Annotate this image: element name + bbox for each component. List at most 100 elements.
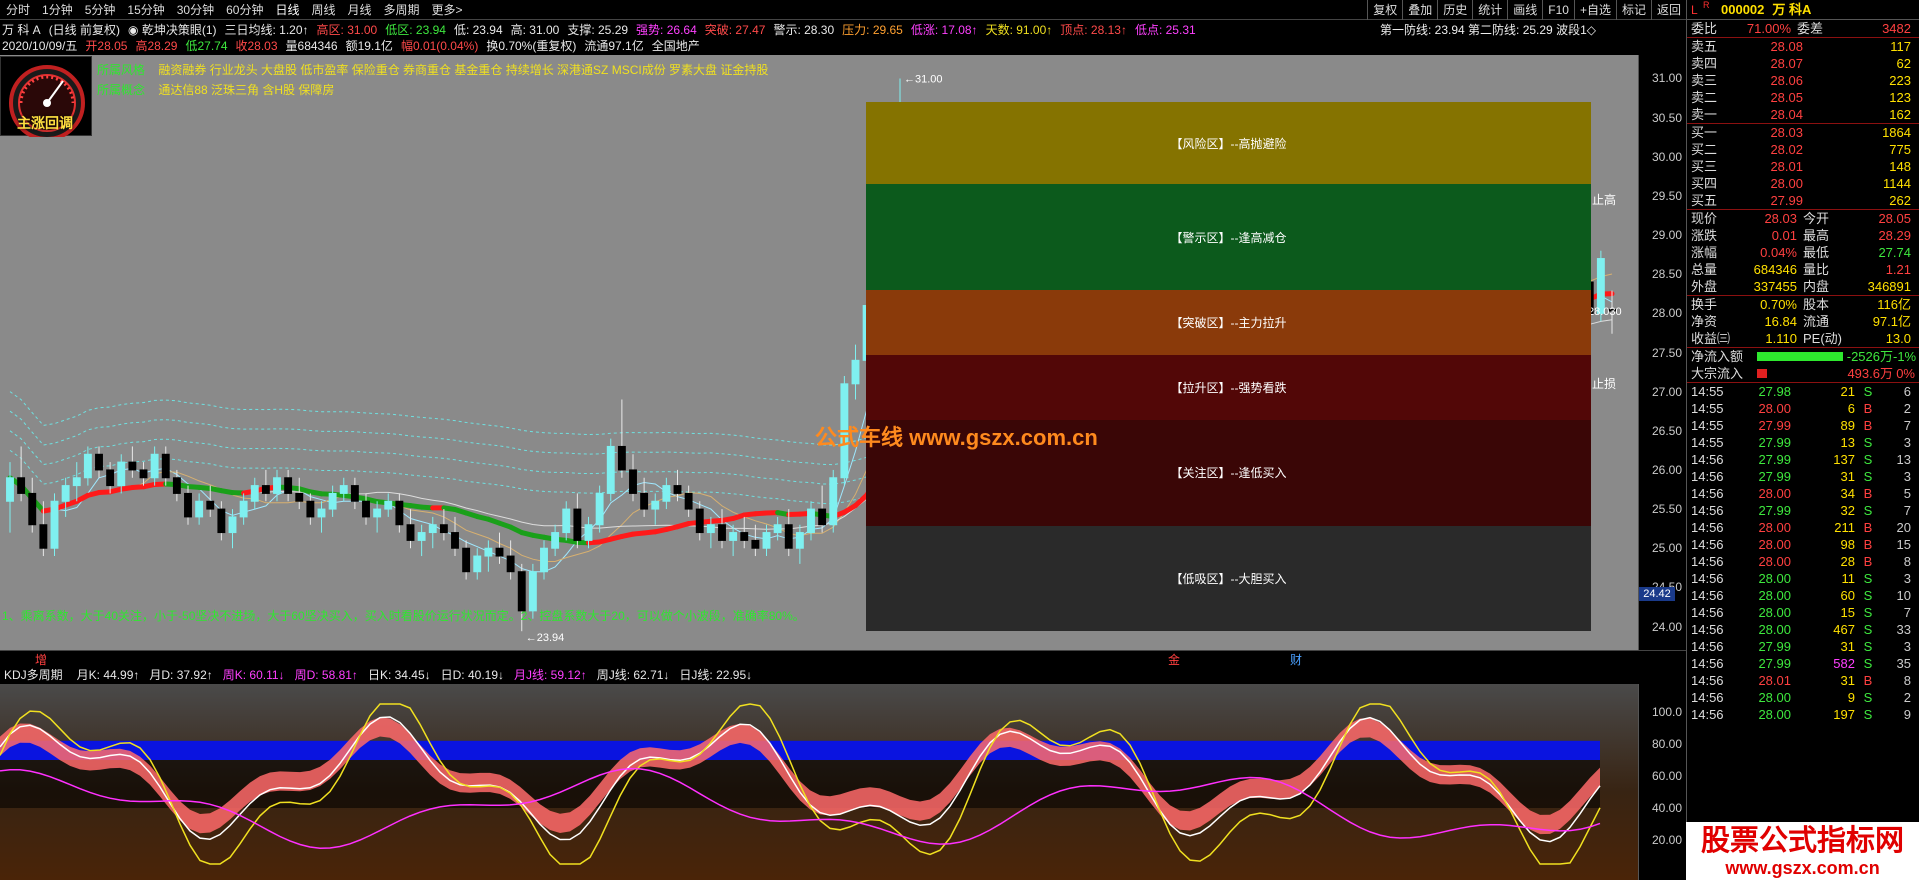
candle[interactable] bbox=[606, 438, 615, 502]
candle[interactable] bbox=[83, 446, 92, 486]
candle[interactable] bbox=[72, 462, 81, 502]
candle[interactable] bbox=[217, 501, 226, 541]
tick-list[interactable]: 14:55 27.98 21 S 6 14:55 28.00 6 B 2 14:55 27.99 89 B… bbox=[1687, 383, 1919, 723]
timeframe-tab[interactable]: 多周期 bbox=[378, 0, 426, 20]
tick-row[interactable]: 14:56 28.00 197 S 9 bbox=[1687, 706, 1919, 723]
tick-row[interactable]: 14:56 27.99 32 S 7 bbox=[1687, 502, 1919, 519]
candle[interactable] bbox=[695, 501, 704, 541]
candle[interactable] bbox=[17, 446, 26, 502]
candle[interactable] bbox=[495, 532, 504, 564]
candle[interactable] bbox=[540, 540, 548, 580]
kdj-value: 月K: 44.99↑ bbox=[76, 668, 140, 682]
timeframe-tab[interactable]: 30分钟 bbox=[171, 0, 220, 20]
candle[interactable] bbox=[250, 477, 259, 510]
timeframe-tab[interactable]: 5分钟 bbox=[79, 0, 122, 20]
tick-row[interactable]: 14:55 27.99 13 S 3 bbox=[1687, 434, 1919, 451]
timeframe-tab[interactable]: 60分钟 bbox=[220, 0, 269, 20]
candle[interactable] bbox=[150, 446, 159, 486]
tick-row[interactable]: 14:56 28.00 9 S 2 bbox=[1687, 689, 1919, 706]
toolbar-button[interactable]: 复权 bbox=[1367, 0, 1402, 20]
candle[interactable] bbox=[50, 493, 59, 557]
candle[interactable] bbox=[428, 516, 437, 549]
candle[interactable] bbox=[851, 344, 860, 400]
candle[interactable] bbox=[684, 485, 693, 517]
timeframe-tab[interactable]: 更多> bbox=[426, 0, 469, 20]
candle[interactable] bbox=[795, 524, 804, 564]
candle[interactable] bbox=[6, 462, 14, 533]
candle[interactable] bbox=[317, 501, 326, 533]
timeframe-tab[interactable]: 15分钟 bbox=[121, 0, 170, 20]
candle[interactable] bbox=[172, 469, 181, 502]
header-field: 万 科 A bbox=[2, 23, 41, 37]
candle[interactable] bbox=[95, 446, 103, 478]
candle[interactable] bbox=[473, 548, 482, 580]
tick-row[interactable]: 14:56 27.99 31 S 3 bbox=[1687, 638, 1919, 655]
tick-row[interactable]: 14:55 28.00 6 B 2 bbox=[1687, 400, 1919, 417]
candle[interactable] bbox=[651, 493, 660, 525]
timeframe-tab[interactable]: 日线 bbox=[269, 0, 305, 20]
toolbar-button[interactable]: +自选 bbox=[1573, 0, 1616, 20]
candle[interactable] bbox=[128, 446, 137, 478]
tick-row[interactable]: 14:56 28.00 34 B 5 bbox=[1687, 485, 1919, 502]
tick-row[interactable]: 14:56 28.00 467 S 33 bbox=[1687, 621, 1919, 638]
candle[interactable] bbox=[807, 501, 815, 541]
candle[interactable] bbox=[273, 469, 281, 502]
candle[interactable] bbox=[718, 509, 726, 549]
tick-side: S bbox=[1863, 588, 1873, 603]
candle[interactable] bbox=[573, 493, 582, 549]
candle[interactable] bbox=[350, 477, 359, 510]
candle[interactable] bbox=[551, 524, 560, 557]
toolbar-button[interactable]: F10 bbox=[1542, 0, 1574, 20]
candle[interactable] bbox=[373, 501, 382, 533]
candle[interactable] bbox=[439, 509, 448, 541]
tick-row[interactable]: 14:56 28.00 211 B 20 bbox=[1687, 519, 1919, 536]
candle[interactable] bbox=[284, 469, 293, 502]
candle[interactable] bbox=[629, 454, 637, 502]
candle[interactable] bbox=[261, 469, 270, 502]
candle[interactable] bbox=[61, 477, 70, 517]
candle[interactable] bbox=[406, 509, 415, 549]
tick-row[interactable]: 14:55 27.98 21 S 6 bbox=[1687, 383, 1919, 400]
candle[interactable] bbox=[829, 469, 838, 533]
candle[interactable] bbox=[451, 516, 459, 557]
candle[interactable] bbox=[395, 493, 404, 533]
toolbar-button[interactable]: 叠加 bbox=[1402, 0, 1437, 20]
candle[interactable] bbox=[484, 540, 493, 572]
toolbar-button[interactable]: 标记 bbox=[1615, 0, 1651, 20]
toolbar-button[interactable]: 历史 bbox=[1437, 0, 1472, 20]
kdj-panel[interactable] bbox=[0, 684, 1638, 880]
candle[interactable] bbox=[328, 485, 337, 517]
tick-row[interactable]: 14:56 28.00 98 B 15 bbox=[1687, 536, 1919, 553]
candle[interactable] bbox=[462, 540, 471, 580]
candle[interactable] bbox=[506, 540, 515, 580]
candle[interactable] bbox=[295, 477, 304, 510]
timeframe-tab[interactable]: 分时 bbox=[0, 0, 36, 20]
candle[interactable] bbox=[384, 493, 393, 517]
tick-row[interactable]: 14:56 27.99 31 S 3 bbox=[1687, 468, 1919, 485]
candle[interactable] bbox=[306, 493, 315, 525]
tick-row[interactable]: 14:56 28.00 11 S 3 bbox=[1687, 570, 1919, 587]
candle[interactable] bbox=[562, 501, 571, 541]
tick-row[interactable]: 14:56 28.00 60 S 10 bbox=[1687, 587, 1919, 604]
candle[interactable] bbox=[617, 399, 626, 478]
candle[interactable] bbox=[184, 485, 192, 525]
tick-row[interactable]: 14:56 28.01 31 B 8 bbox=[1687, 672, 1919, 689]
candle[interactable] bbox=[161, 446, 170, 486]
timeframe-tab[interactable]: 周线 bbox=[305, 0, 341, 20]
candle[interactable] bbox=[417, 524, 426, 557]
timeframe-tab[interactable]: 1分钟 bbox=[36, 0, 79, 20]
toolbar-button[interactable]: 画线 bbox=[1507, 0, 1542, 20]
tick-row[interactable]: 14:55 27.99 89 B 7 bbox=[1687, 417, 1919, 434]
tick-row[interactable]: 14:56 28.00 15 S 7 bbox=[1687, 604, 1919, 621]
candle[interactable] bbox=[662, 477, 671, 510]
tick-row[interactable]: 14:56 27.99 137 S 13 bbox=[1687, 451, 1919, 468]
toolbar-button[interactable]: 返回 bbox=[1650, 0, 1686, 20]
tick-row[interactable]: 14:56 27.99 582 S 35 bbox=[1687, 655, 1919, 672]
tick-row[interactable]: 14:56 28.00 28 B 8 bbox=[1687, 553, 1919, 570]
candle[interactable] bbox=[195, 493, 204, 525]
toolbar-button[interactable]: 统计 bbox=[1472, 0, 1507, 20]
candle[interactable] bbox=[139, 462, 148, 486]
candle[interactable] bbox=[28, 477, 37, 533]
candle[interactable] bbox=[740, 516, 749, 549]
timeframe-tab[interactable]: 月线 bbox=[342, 0, 378, 20]
